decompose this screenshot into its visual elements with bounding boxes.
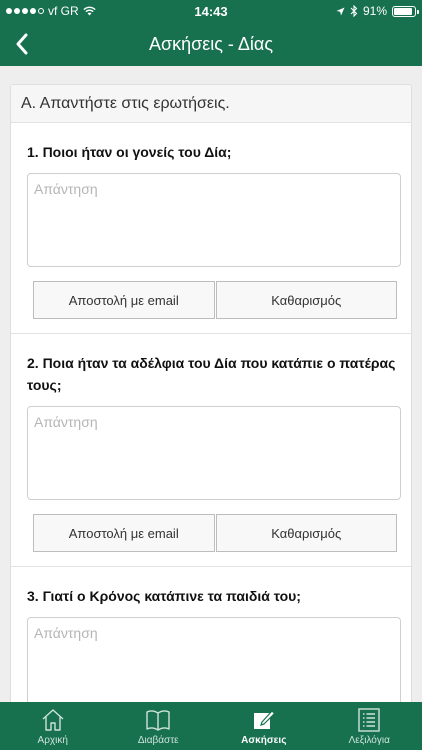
tab-exercises[interactable]: Ασκήσεις [211,702,317,750]
clock: 14:43 [194,3,228,19]
exercise-card: Α. Απαντήστε στις ερωτήσεις. 1. Ποιοι ήτ… [10,84,412,702]
divider [11,566,411,567]
wifi-icon [83,6,96,16]
tab-home[interactable]: Αρχική [0,702,106,750]
tab-vocabulary[interactable]: Λεξιλόγια [317,702,422,750]
tab-label: Λεξιλόγια [348,735,390,746]
navigation-bar: Ασκήσεις - Δίας [0,22,422,66]
chevron-left-icon [16,33,28,55]
tab-label: Ασκήσεις [241,735,287,746]
send-email-button[interactable]: Αποστολή με email [33,281,215,319]
tab-read[interactable]: Διαβάστε [106,702,212,750]
battery-icon [392,5,419,17]
carrier-label: vf GR [48,4,79,18]
question-text: 2. Ποια ήταν τα αδέλφια του Δία που κατά… [27,355,396,393]
question-3: 3. Γιατί ο Κρόνος κατάπινε τα παιδιά του… [11,585,411,702]
book-icon [144,706,172,734]
answer-input[interactable]: Απάντηση [27,173,401,267]
answer-input[interactable]: Απάντηση [27,617,401,702]
signal-icon [6,8,44,14]
divider [11,333,411,334]
clear-button[interactable]: Καθαρισμός [215,514,397,552]
battery-percent: 91% [362,4,387,18]
card-header: Α. Απαντήστε στις ερωτήσεις. [11,85,411,123]
tab-bar: Αρχική Διαβάστε Ασκήσεις Λεξιλόγια [0,702,422,750]
send-email-button[interactable]: Αποστολή με email [33,514,215,552]
content-scroll[interactable]: Α. Απαντήστε στις ερωτήσεις. 1. Ποιοι ήτ… [0,66,422,702]
answer-input[interactable]: Απάντηση [27,406,401,500]
list-icon [355,706,383,734]
status-bar: vf GR 14:43 91% [0,0,422,22]
question-2: 2. Ποια ήταν τα αδέλφια του Δία που κατά… [11,352,411,567]
page-title: Ασκήσεις - Δίας [148,33,274,54]
tab-label: Διαβάστε [137,735,179,746]
question-text: 1. Ποιοι ήταν οι γονείς του Δία; [27,144,232,160]
clear-button[interactable]: Καθαρισμός [215,281,397,319]
bluetooth-icon [350,5,358,17]
location-icon [336,7,345,15]
question-1: 1. Ποιοι ήταν οι γονείς του Δία; Απάντησ… [11,141,411,334]
question-text: 3. Γιατί ο Κρόνος κατάπινε τα παιδιά του… [27,588,301,604]
tab-label: Αρχική [37,735,68,746]
edit-icon [250,706,278,734]
back-button[interactable] [6,28,38,60]
home-icon [39,706,67,734]
